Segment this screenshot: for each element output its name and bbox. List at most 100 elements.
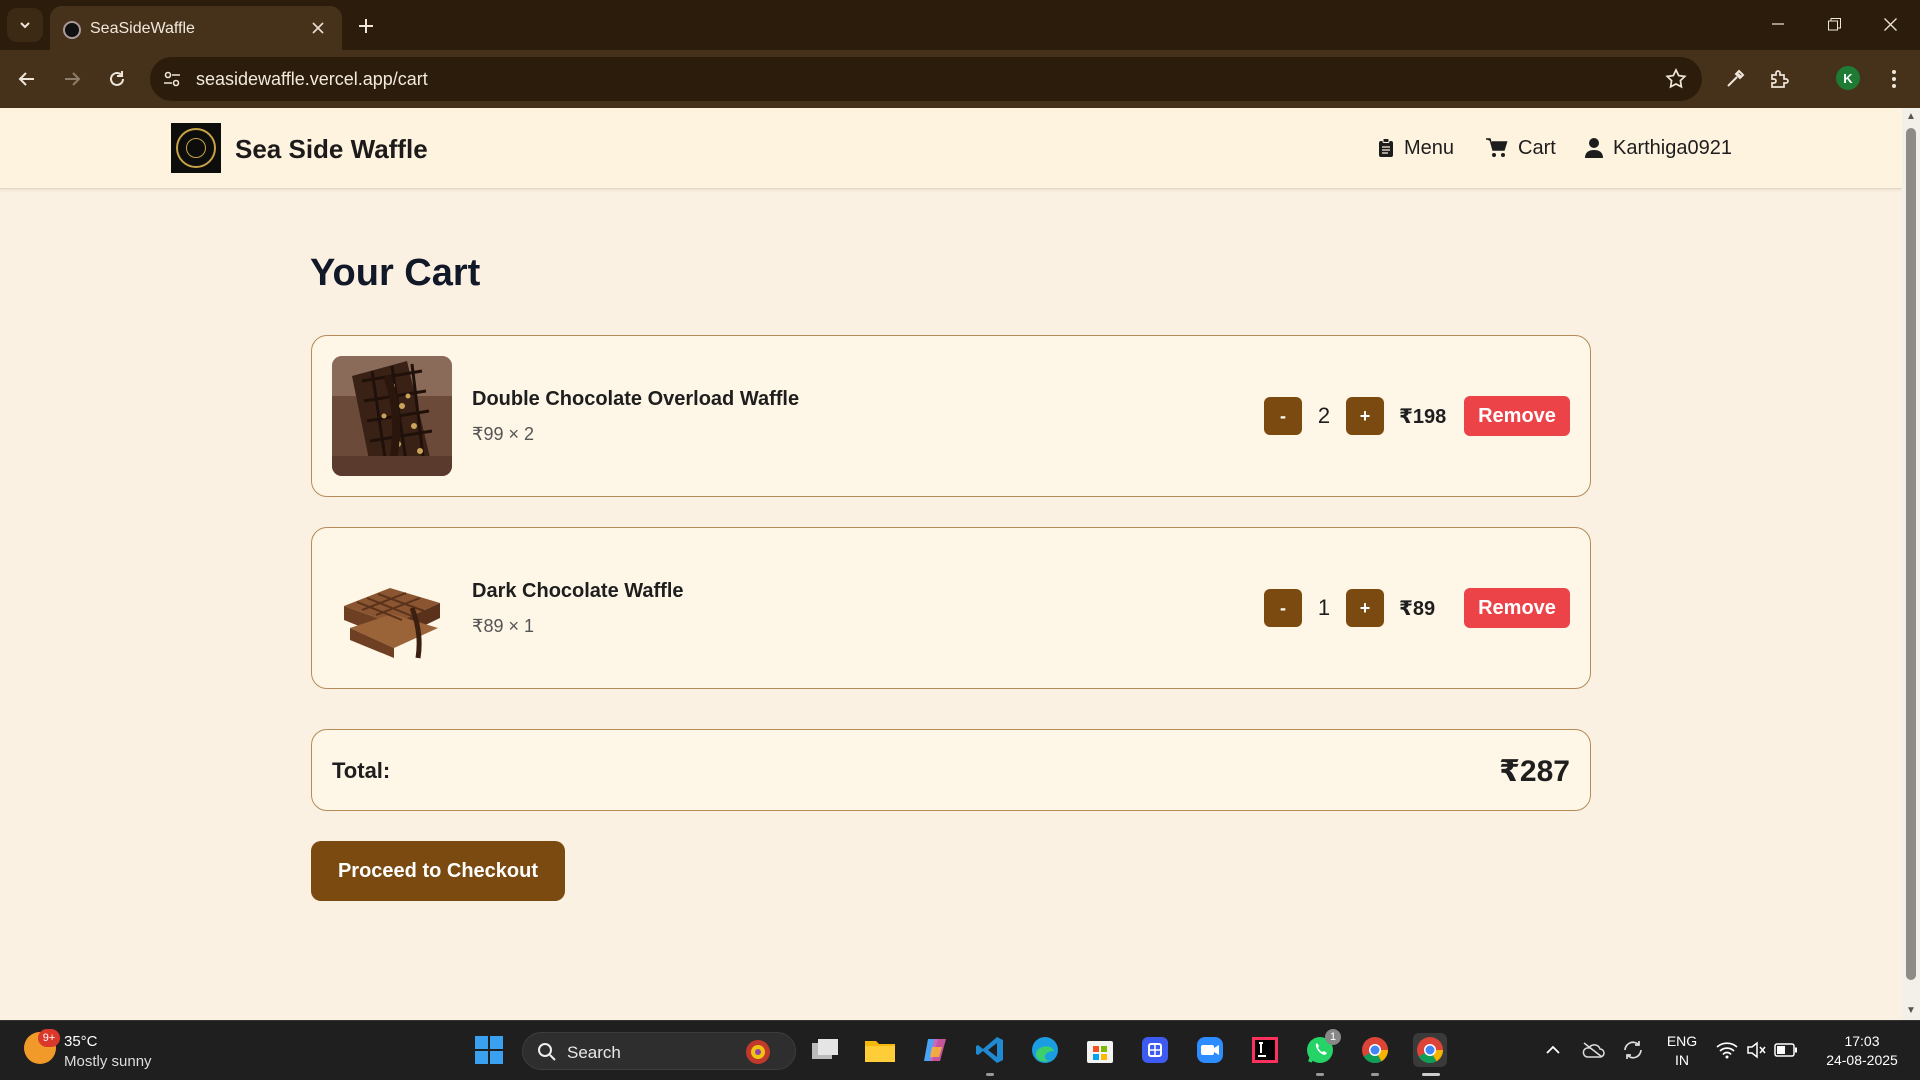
waffle-photo — [332, 548, 452, 668]
forward-button[interactable] — [56, 63, 88, 95]
edge-button[interactable] — [1028, 1033, 1062, 1067]
browser-toolbar: seasidewaffle.vercel.app/cart — [0, 50, 1920, 108]
intellij-icon — [1252, 1037, 1278, 1063]
teams-meeting-button[interactable] — [1138, 1033, 1172, 1067]
taskbar-search[interactable]: Search — [522, 1032, 796, 1070]
bookmark-star-icon[interactable] — [1664, 67, 1688, 91]
browser-tab-active[interactable]: SeaSideWaffle — [50, 6, 342, 50]
quick-settings-button[interactable] — [1712, 1033, 1802, 1067]
minimize-icon — [1772, 23, 1784, 25]
clipboard-icon — [1379, 138, 1393, 157]
eyedropper-button[interactable] — [1719, 63, 1751, 95]
logo-emblem — [186, 138, 206, 158]
weather-badge: 9+ — [38, 1029, 60, 1047]
item-quantity: 2 — [1317, 403, 1331, 428]
profile-avatar[interactable]: K — [1836, 66, 1860, 90]
total-label: Total: — [332, 758, 391, 783]
site-info-icon[interactable] — [162, 69, 182, 89]
item-unit-price: ₹99 × 2 — [472, 424, 534, 444]
tab-title: SeaSideWaffle — [90, 20, 195, 37]
chrome-active-button[interactable] — [1413, 1033, 1447, 1067]
address-bar[interactable]: seasidewaffle.vercel.app/cart — [150, 57, 1702, 101]
page-viewport: Sea Side Waffle Menu Cart Karthiga0921 Y… — [0, 108, 1902, 1020]
ms-store-button[interactable] — [1083, 1033, 1117, 1067]
remove-item-button[interactable]: Remove — [1464, 588, 1570, 628]
restore-button[interactable] — [1806, 0, 1862, 48]
puzzle-icon — [1771, 70, 1789, 88]
nav-menu-link[interactable]: Menu — [1378, 134, 1454, 162]
running-indicator — [986, 1073, 994, 1076]
chevron-up-icon — [1546, 1045, 1560, 1054]
chrome-profile-2-button[interactable] — [1358, 1033, 1392, 1067]
language-indicator[interactable]: ENG IN — [1662, 1033, 1702, 1068]
user-icon — [1585, 138, 1603, 158]
search-highlight-icon — [746, 1040, 770, 1064]
item-line-total: ₹198 — [1399, 405, 1447, 428]
increase-qty-button[interactable]: + — [1346, 589, 1384, 627]
language-region: IN — [1675, 1052, 1689, 1068]
url-text: seasidewaffle.vercel.app/cart — [196, 69, 428, 89]
scroll-up-arrow-icon[interactable]: ▲ — [1905, 111, 1917, 123]
arrow-right-icon — [65, 72, 81, 86]
checkout-button[interactable]: Proceed to Checkout — [311, 841, 565, 901]
increase-qty-button[interactable]: + — [1346, 397, 1384, 435]
tab-close-button[interactable] — [306, 16, 330, 40]
sync-button[interactable] — [1616, 1033, 1650, 1067]
item-image — [332, 356, 452, 476]
nav-user-label: Karthiga0921 — [1613, 136, 1732, 159]
whatsapp-button[interactable]: 1 — [1303, 1029, 1341, 1067]
nav-user-link[interactable]: Karthiga0921 — [1585, 134, 1732, 162]
copilot-icon — [924, 1039, 946, 1061]
chrome-icon — [1362, 1037, 1389, 1064]
search-icon — [538, 1043, 556, 1061]
weather-temp: 35°C — [64, 1033, 98, 1050]
running-indicator — [1371, 1073, 1379, 1076]
zoom-button[interactable] — [1193, 1033, 1227, 1067]
nav-menu-label: Menu — [1404, 136, 1455, 159]
chrome-icon — [1417, 1037, 1444, 1064]
brand-logo[interactable] — [171, 123, 221, 173]
copilot-button[interactable] — [918, 1033, 952, 1067]
close-window-button[interactable] — [1862, 0, 1918, 48]
back-button[interactable] — [11, 63, 43, 95]
tab-search-button[interactable] — [7, 8, 43, 42]
task-view-button[interactable] — [808, 1033, 842, 1067]
browser-menu-button[interactable] — [1878, 63, 1910, 95]
item-name: Dark Chocolate Waffle — [472, 580, 684, 602]
item-name: Double Chocolate Overload Waffle — [472, 388, 800, 410]
total-amount: ₹287 — [1499, 755, 1570, 788]
windows-taskbar: 9+ 35°C Mostly sunny Search 1 ENG IN 17:… — [0, 1020, 1920, 1080]
logo-ring — [176, 128, 216, 168]
plus-icon — [359, 19, 373, 33]
running-indicator — [1316, 1073, 1324, 1076]
jetbrains-button[interactable] — [1248, 1033, 1282, 1067]
file-explorer-button[interactable] — [863, 1033, 897, 1067]
edge-icon — [1032, 1037, 1058, 1063]
new-tab-button[interactable] — [350, 10, 382, 42]
remove-item-button[interactable]: Remove — [1464, 396, 1570, 436]
task-view-icon — [812, 1039, 838, 1059]
decrease-qty-button[interactable]: - — [1264, 589, 1302, 627]
quantity-controls: - 2 + ₹198 Remove — [1264, 396, 1570, 436]
page-scrollbar[interactable]: ▲ ▼ — [1902, 108, 1920, 1020]
reload-button[interactable] — [101, 63, 133, 95]
show-hidden-icons-button[interactable] — [1536, 1033, 1570, 1067]
calendar-app-icon — [1142, 1037, 1168, 1063]
cloud-off-icon — [1582, 1042, 1605, 1058]
onedrive-button[interactable] — [1576, 1033, 1610, 1067]
cart-item: Double Chocolate Overload Waffle ₹99 × 2… — [311, 335, 1591, 497]
start-button[interactable] — [472, 1033, 506, 1067]
clock[interactable]: 17:03 24-08-2025 — [1812, 1033, 1912, 1068]
item-unit-price: ₹89 × 1 — [472, 616, 534, 636]
extensions-button[interactable] — [1764, 63, 1796, 95]
reload-icon — [110, 71, 124, 86]
scrollbar-thumb[interactable] — [1906, 128, 1916, 980]
vscode-icon — [976, 1037, 1003, 1063]
nav-cart-link[interactable]: Cart — [1486, 134, 1556, 162]
minimize-button[interactable] — [1750, 0, 1806, 48]
brand-name[interactable]: Sea Side Waffle — [235, 134, 428, 165]
decrease-qty-button[interactable]: - — [1264, 397, 1302, 435]
more-vertical-icon — [1892, 70, 1896, 88]
vscode-button[interactable] — [973, 1033, 1007, 1067]
scroll-down-arrow-icon[interactable]: ▼ — [1905, 1005, 1917, 1017]
